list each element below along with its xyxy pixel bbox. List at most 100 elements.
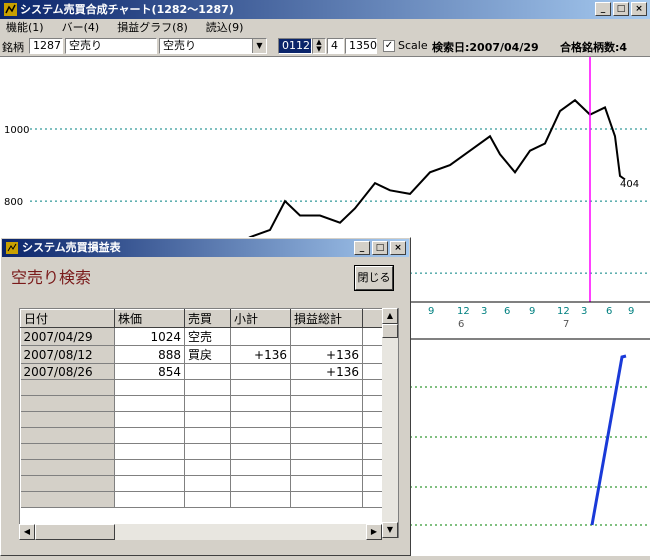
horizontal-scrollbar[interactable]: ◀ ▶ (19, 524, 382, 540)
table-cell (184, 379, 231, 396)
stock-label: 銘柄 (2, 41, 24, 54)
vertical-scrollbar[interactable]: ▲ ▼ (382, 308, 398, 538)
table-row[interactable] (20, 395, 385, 412)
table-cell (114, 379, 185, 396)
month-tick-label: 6 (606, 306, 612, 317)
table-row[interactable] (20, 459, 385, 476)
table-cell (290, 491, 363, 508)
pl-curve (590, 354, 627, 526)
table-row[interactable] (20, 491, 385, 508)
mode-select[interactable]: 空売り ▼ (159, 38, 267, 54)
scroll-right-icon[interactable]: ▶ (366, 524, 382, 540)
table-cell (184, 459, 231, 476)
menu-bar-item[interactable]: バー(4) (62, 19, 100, 36)
column-header[interactable]: 日付 (20, 309, 115, 328)
bars-field[interactable]: 1350 (345, 38, 377, 54)
table-cell (114, 411, 185, 428)
column-header[interactable]: 小計 (230, 309, 291, 328)
step-field[interactable]: 4 (327, 38, 344, 54)
dialog-maximize-button[interactable]: □ (372, 241, 388, 255)
dialog-title: システム売買損益表 (22, 241, 121, 254)
dialog-minimize-button[interactable]: _ (354, 241, 370, 255)
scroll-up-icon[interactable]: ▲ (382, 308, 398, 324)
table-row[interactable] (20, 379, 385, 396)
spin-buttons[interactable]: ▲ ▼ (312, 38, 326, 54)
table-cell (20, 395, 115, 412)
code-field[interactable]: 1287 (29, 38, 63, 54)
table-row[interactable]: 2007/08/12 888 買戻 +136 +136 (20, 345, 385, 364)
table-cell (114, 427, 185, 444)
name-field[interactable]: 空売り (65, 38, 157, 54)
table-cell (230, 475, 291, 492)
menu-function[interactable]: 機能(1) (6, 19, 44, 36)
close-dialog-button[interactable]: 閉じる (354, 265, 394, 291)
column-header[interactable]: 売買 (184, 309, 231, 328)
menu-load[interactable]: 読込(9) (206, 19, 244, 36)
month-tick-label: 3 (581, 306, 587, 317)
table-row[interactable] (20, 427, 385, 444)
table-cell: +136 (290, 345, 363, 364)
scroll-left-icon[interactable]: ◀ (19, 524, 35, 540)
minimize-button[interactable]: _ (595, 2, 611, 16)
table-row[interactable] (20, 411, 385, 428)
pass-count: 合格銘柄数:4 (560, 41, 628, 54)
month-tick-label: 9 (628, 306, 634, 317)
table-cell (230, 411, 291, 428)
table-row[interactable]: 2007/04/29 1024 空売 (20, 327, 385, 346)
table-cell (290, 379, 363, 396)
window-title: システム売買合成チャート(1282〜1287) (20, 3, 234, 16)
table-cell (114, 475, 185, 492)
table-row[interactable]: 2007/08/26 854 +136 (20, 363, 385, 380)
table-cell (20, 443, 115, 460)
table-cell (184, 475, 231, 492)
table-cell (290, 395, 363, 412)
table-cell (114, 443, 185, 460)
dialog-title-bar: システム売買損益表 _ □ × (2, 239, 409, 257)
table-cell (230, 427, 291, 444)
table-cell (230, 459, 291, 476)
table-cell (184, 411, 231, 428)
table-cell (290, 459, 363, 476)
column-header[interactable]: 損益総計 (290, 309, 363, 328)
scroll-thumb[interactable] (382, 324, 398, 338)
year-labels: 67 (458, 319, 569, 330)
table-cell: 2007/08/26 (20, 363, 115, 380)
y-tick-label: 800 (4, 197, 23, 208)
date-field[interactable]: 011230 (278, 38, 324, 54)
month-tick-label: 3 (481, 306, 487, 317)
year-tick-label: 6 (458, 319, 464, 330)
table-cell: 2007/08/12 (20, 345, 115, 364)
toolbar: 銘柄 1287 空売り 空売り ▼ 011230 ▲ ▼ 4 1350 ✓ Sca… (0, 36, 650, 56)
pl-table-inner: 日付 株価 売買 小計 損益総計 2007/04/29 1024 空売 2007/08/12 8… (20, 309, 385, 508)
table-cell (114, 491, 185, 508)
table-cell (230, 491, 291, 508)
column-header[interactable]: 株価 (114, 309, 185, 328)
chevron-down-icon[interactable]: ▼ (252, 39, 266, 53)
table-cell (290, 475, 363, 492)
y-tick-label: 1000 (4, 125, 29, 136)
scroll-down-icon[interactable]: ▼ (382, 522, 398, 538)
table-cell (20, 411, 115, 428)
maximize-button[interactable]: □ (613, 2, 629, 16)
table-cell (20, 459, 115, 476)
table-cell: 854 (114, 363, 185, 380)
table-cell (290, 411, 363, 428)
table-row[interactable] (20, 443, 385, 460)
table-cell (184, 363, 231, 380)
table-cell (114, 459, 185, 476)
table-row[interactable] (20, 475, 385, 492)
close-button[interactable]: × (631, 2, 647, 16)
menu-pl-graph[interactable]: 損益グラフ(8) (117, 19, 188, 36)
pl-table[interactable]: 日付 株価 売買 小計 損益総計 2007/04/29 1024 空売 2007/08/12 8… (19, 308, 399, 538)
table-cell (230, 443, 291, 460)
month-tick-label: 6 (504, 306, 510, 317)
table-cell: +136 (230, 345, 291, 364)
app-icon (4, 3, 17, 16)
table-cell: 空売 (184, 327, 231, 346)
scale-checkbox[interactable]: ✓ (383, 40, 395, 52)
table-body: 2007/04/29 1024 空売 2007/08/12 888 買戻 +136 +136 2… (20, 327, 385, 508)
month-tick-label: 9 (428, 306, 434, 317)
dialog-close-x-button[interactable]: × (390, 241, 406, 255)
hscroll-thumb[interactable] (35, 524, 115, 540)
table-cell: 1024 (114, 327, 185, 346)
